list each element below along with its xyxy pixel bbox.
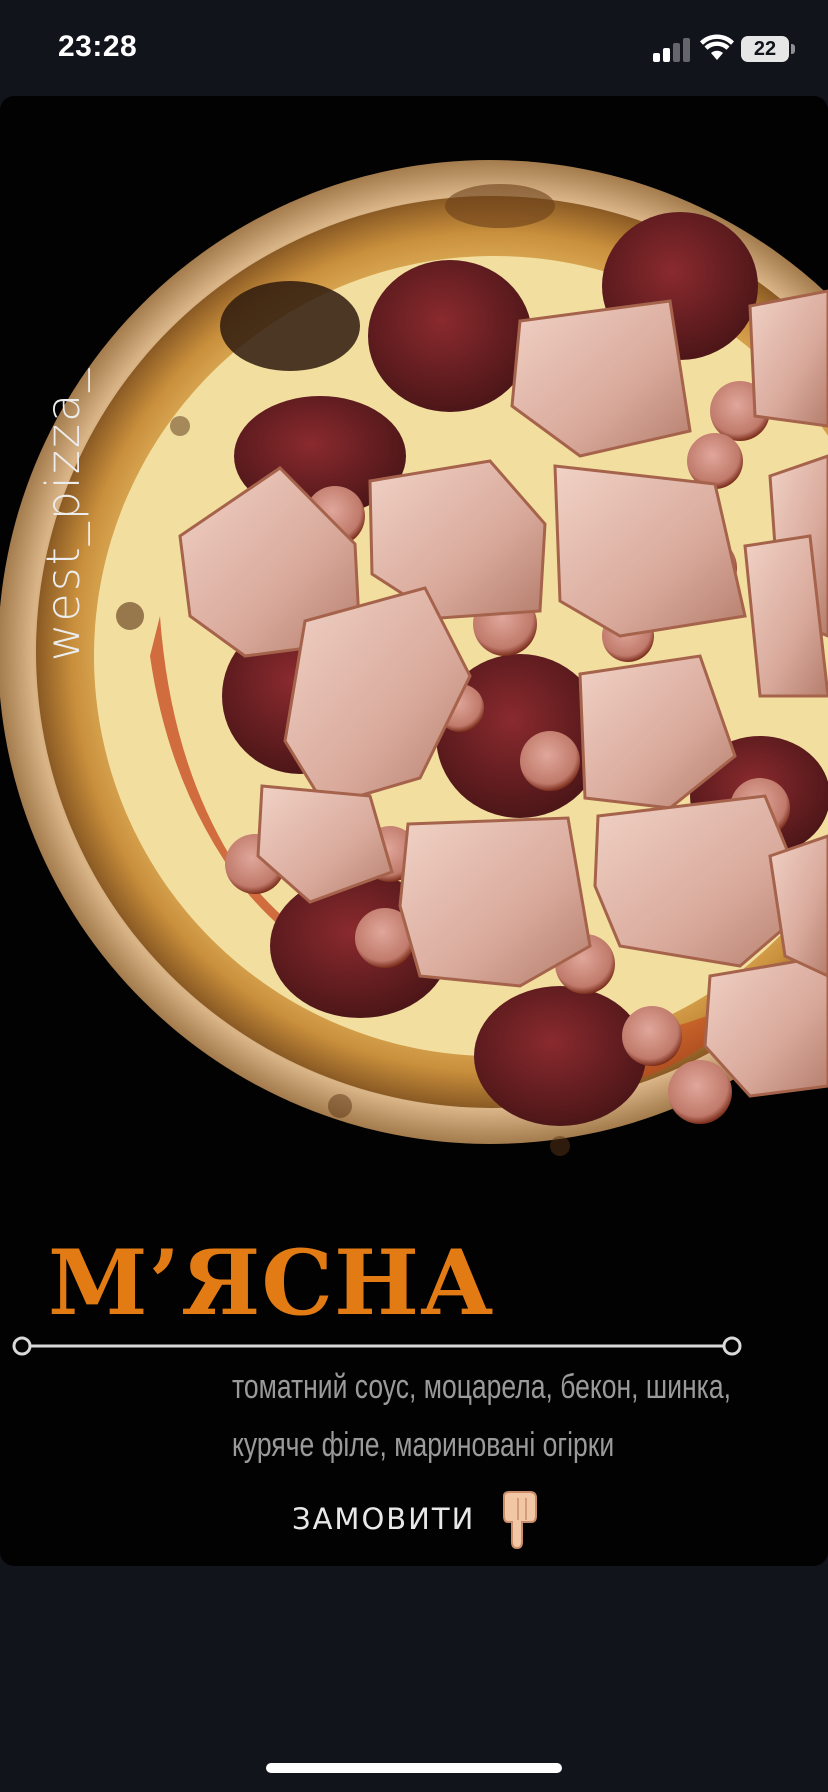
signal-icon — [653, 36, 691, 62]
ingredients-line: куряче філе, мариновані огірки — [232, 1426, 615, 1464]
pizza-name: М’ЯСНА — [48, 1230, 495, 1336]
story-card[interactable]: west_pizza_ М’ЯСНА томатний соус, моцаре… — [0, 96, 828, 1566]
divider-line — [12, 1336, 742, 1356]
pizza-image — [0, 160, 828, 1156]
home-indicator[interactable] — [266, 1763, 562, 1773]
battery-cap — [791, 44, 795, 54]
order-label[interactable]: ЗАМОВИТИ — [292, 1502, 475, 1536]
wifi-icon — [700, 34, 734, 60]
status-bar: 23:28 22 — [0, 0, 828, 96]
ingredients-line: томатний соус, моцарела, бекон, шинка, — [232, 1368, 731, 1406]
battery-icon: 22 — [741, 36, 789, 62]
status-time: 23:28 — [58, 30, 138, 63]
ingredients-text: томатний соус, моцарела, бекон, шинка, к… — [232, 1358, 731, 1474]
brand-handle: west_pizza_ — [36, 366, 90, 662]
pointing-down-hand-icon — [503, 1491, 537, 1550]
